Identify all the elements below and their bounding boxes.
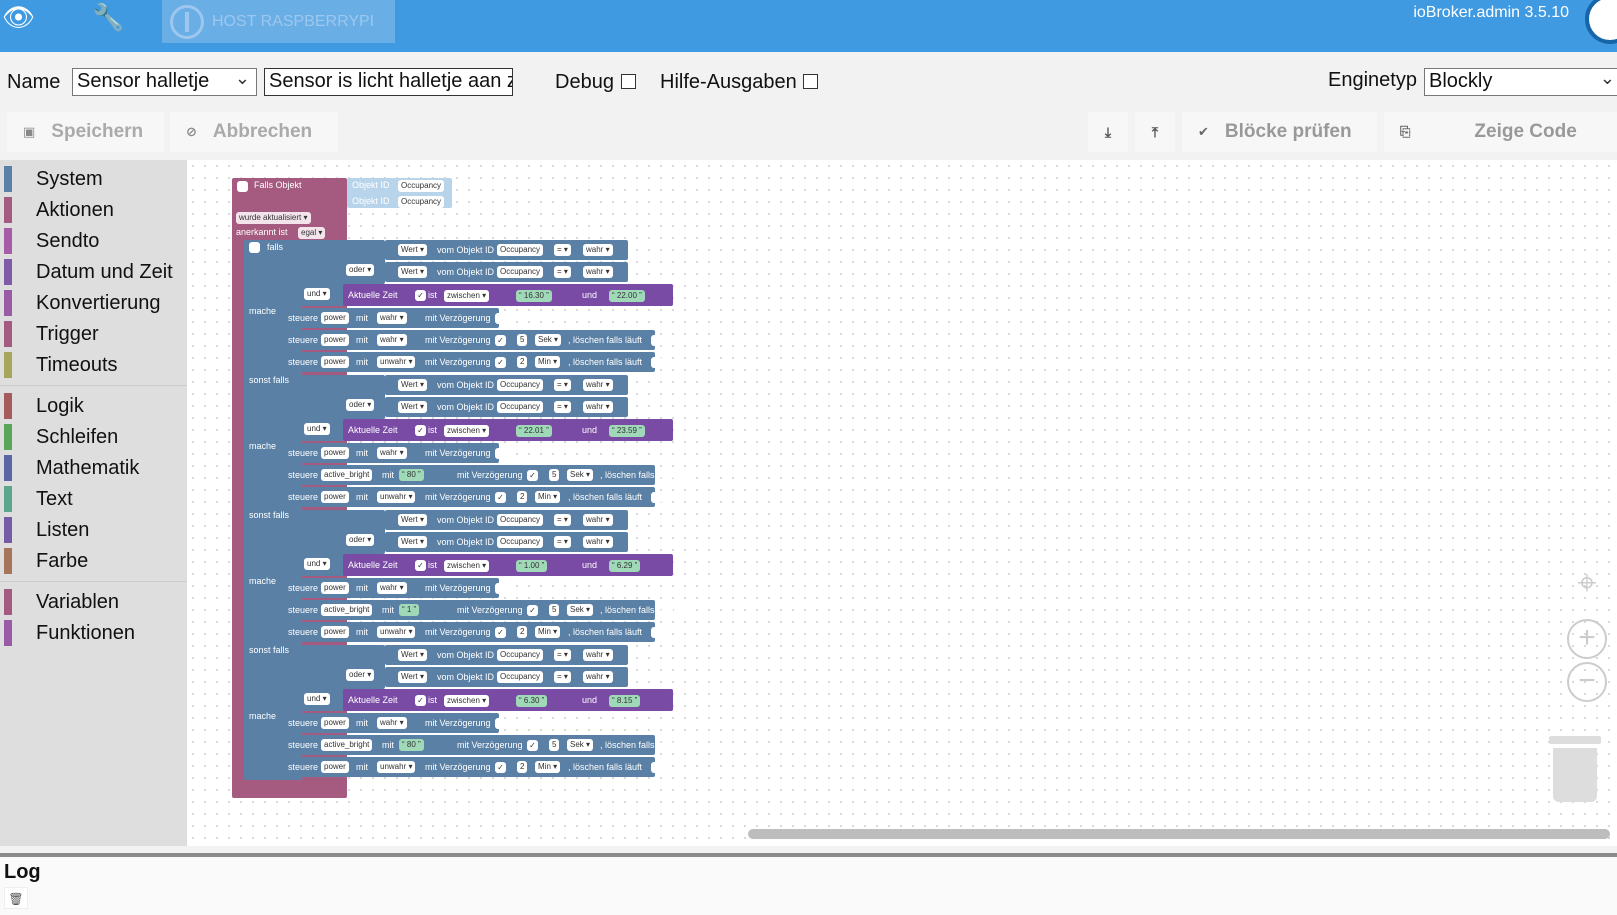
category-label: Trigger [36,323,99,345]
floppy-icon: ▣ [23,124,36,139]
toolbox-category-text[interactable]: Text [0,486,187,512]
zoom-in-icon[interactable]: + [1567,619,1607,659]
chevron-down-icon: ⌄ [1599,68,1615,88]
toolbox-category-listen[interactable]: Listen [0,517,187,543]
script-header-row: Name Sensor halletje ⌄ Sensor is licht h… [0,68,1617,100]
show-code-button[interactable]: ⎘ Zeige Code [1384,112,1617,152]
cancel-icon: ⊘ [186,124,197,139]
save-button[interactable]: ▣ Speichern [7,112,164,152]
save-label: Speichern [51,121,144,142]
toolbox-category-konvertierung[interactable]: Konvertierung [0,290,187,316]
category-label: Variablen [36,591,120,613]
category-label: System [36,168,103,190]
engine-type-label: Enginetyp [1328,69,1417,91]
toolbox-category-variablen[interactable]: Variablen [0,589,187,615]
recenter-icon[interactable]: ⌖ [1567,566,1607,606]
category-color-bar [4,517,12,543]
category-color-bar [4,548,12,574]
toolbox-category-aktionen[interactable]: Aktionen [0,197,187,223]
check-blocks-button[interactable]: ✔ Blöcke prüfen [1182,112,1377,152]
category-color-bar [4,455,12,481]
category-label: Logik [36,395,84,417]
debug-label: Debug [555,71,614,93]
workspace-horizontal-scrollbar[interactable] [748,829,1610,839]
category-color-bar [4,393,12,419]
engine-type-select[interactable]: Blockly ⌄ [1424,68,1617,96]
download-icon: ⤓ [1104,123,1112,140]
category-color-bar [4,352,12,378]
cancel-button[interactable]: ⊘ Abbrechen [170,112,338,152]
eye-icon[interactable]: 👁 [2,2,35,33]
chevron-down-icon: ⌄ [234,68,250,88]
category-color-bar [4,166,12,192]
trash-icon[interactable] [1549,736,1601,802]
iobroker-logo-icon [170,4,204,39]
script-name-select[interactable]: Sensor halletje ⌄ [72,68,257,96]
code-icon: ⎘ [1400,124,1411,139]
toolbox-category-mathematik[interactable]: Mathematik [0,455,187,481]
category-color-bar [4,620,12,646]
category-label: Sendto [36,230,100,252]
engine-type-value: Blockly [1429,70,1493,92]
zoom-out-icon[interactable]: − [1567,662,1607,702]
toolbox-category-system[interactable]: System [0,166,187,192]
trash-can [1553,748,1597,802]
category-label: Datum und Zeit [36,261,173,283]
trash-lid [1549,736,1601,744]
import-button[interactable]: ⤒ [1135,112,1175,152]
name-label: Name [7,71,61,93]
toolbox-category-timeouts[interactable]: Timeouts [0,352,187,378]
blockly-workspace[interactable] [187,160,1617,846]
brand-logo-icon [1585,0,1617,44]
help-output-label: Hilfe-Ausgaben [660,71,797,93]
description-input[interactable]: Sensor is licht halletje aan z [264,68,513,96]
toolbox-category-schleifen[interactable]: Schleifen [0,424,187,450]
category-label: Farbe [36,550,89,572]
toolbox-separator [0,385,187,386]
category-color-bar [4,589,12,615]
category-color-bar [4,321,12,347]
debug-checkbox[interactable] [621,74,636,89]
top-bar: 👁 🔧 HOST RASPBERRYPI ioBroker.admin 3.5.… [0,0,1617,52]
toolbox-category-farbe[interactable]: Farbe [0,548,187,574]
toolbox-category-datum-und-zeit[interactable]: Datum und Zeit [0,259,187,285]
category-color-bar [4,424,12,450]
category-color-bar [4,197,12,223]
category-color-bar [4,259,12,285]
blockly-toolbox: System Aktionen Sendto Datum und Zeit Konver… [0,160,187,846]
description-value: Sensor is licht halletje aan z [269,70,513,92]
wrench-icon[interactable]: 🔧 [92,2,124,33]
script-name-value: Sensor halletje [77,70,210,92]
category-label: Timeouts [36,354,118,376]
category-color-bar [4,290,12,316]
clear-log-icon[interactable]: 🗑 [4,887,28,909]
host-tab[interactable]: HOST RASPBERRYPI [162,0,395,43]
toolbox-separator [0,581,187,582]
help-output-checkbox[interactable] [803,74,818,89]
category-color-bar [4,228,12,254]
category-label: Text [36,488,73,510]
show-code-label: Zeige Code [1474,121,1577,142]
export-button[interactable]: ⤓ [1088,112,1128,152]
toolbox-category-logik[interactable]: Logik [0,393,187,419]
upload-icon: ⤒ [1151,123,1159,140]
category-color-bar [4,486,12,512]
check-blocks-label: Blöcke prüfen [1224,121,1352,142]
category-label: Listen [36,519,90,541]
toolbox-category-sendto[interactable]: Sendto [0,228,187,254]
host-tab-label: HOST RASPBERRYPI [212,12,375,30]
category-label: Schleifen [36,426,119,448]
category-label: Mathematik [36,457,140,479]
category-label: Aktionen [36,199,114,221]
log-title: Log [4,861,41,883]
log-panel: Log 🗑 [0,853,1617,915]
category-label: Konvertierung [36,292,161,314]
app-version: ioBroker.admin 3.5.10 [1413,4,1569,21]
cancel-label: Abbrechen [212,121,313,142]
toolbox-category-trigger[interactable]: Trigger [0,321,187,347]
toolbox-category-funktionen[interactable]: Funktionen [0,620,187,646]
check-icon: ✔ [1198,124,1209,139]
category-label: Funktionen [36,622,135,644]
